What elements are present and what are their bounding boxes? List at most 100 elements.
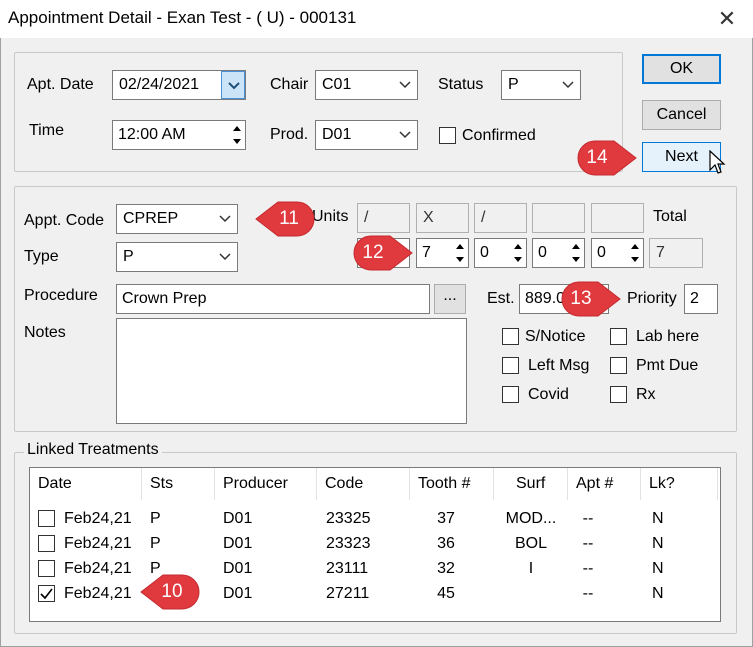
priority-field[interactable]: 2: [684, 284, 718, 314]
column-header-date[interactable]: Date: [30, 468, 142, 500]
column-header-producer[interactable]: Producer: [215, 468, 317, 500]
appt-code-value: CPREP: [123, 210, 179, 227]
cell-producer: D01: [223, 585, 253, 602]
s-notice-checkbox[interactable]: [502, 328, 519, 345]
time-field[interactable]: 12:00 AM: [112, 120, 246, 150]
pmt-due-checkbox[interactable]: [610, 357, 627, 374]
cell-code: 27211: [326, 585, 370, 602]
procedure-label: Procedure: [24, 287, 98, 304]
confirmed-label: Confirmed: [462, 127, 536, 144]
appt-code-select[interactable]: CPREP: [116, 204, 238, 234]
procedure-field[interactable]: Crown Prep: [116, 284, 430, 314]
row-checkbox[interactable]: [38, 560, 55, 577]
column-header-tooth[interactable]: Tooth #: [410, 468, 494, 500]
callout-badge-13: 13: [558, 278, 621, 320]
callout-number: 11: [279, 208, 299, 229]
lab-here-label: Lab here: [636, 328, 700, 345]
spin-up-icon[interactable]: [510, 239, 526, 253]
callout-number: 14: [586, 147, 608, 168]
appt-code-label: Appt. Code: [24, 212, 105, 229]
status-select[interactable]: P: [501, 70, 581, 100]
spin-down-icon[interactable]: [510, 253, 526, 267]
chevron-down-icon[interactable]: [393, 121, 417, 149]
callout-badge-10: 10: [133, 571, 200, 613]
column-header-sts[interactable]: Sts: [142, 468, 215, 500]
confirmed-checkbox[interactable]: [439, 127, 456, 144]
callout-badge-14: 14: [574, 137, 637, 179]
spin-buttons[interactable]: [627, 239, 643, 267]
spin-buttons[interactable]: [510, 239, 526, 267]
column-header-surf[interactable]: Surf: [494, 468, 568, 500]
unit-spinner-value: 0: [480, 244, 489, 261]
rx-checkbox[interactable]: [610, 386, 627, 403]
cell-tooth: 45: [437, 585, 455, 602]
priority-label: Priority: [627, 290, 677, 307]
producer-value: D01: [322, 126, 352, 143]
unit-spinner[interactable]: 7: [416, 238, 469, 268]
linked-treatments-title: Linked Treatments: [24, 441, 162, 459]
notes-label: Notes: [24, 324, 66, 341]
cell-date: Feb24,21: [64, 535, 132, 552]
callout-badge-12: 12: [350, 232, 413, 274]
row-checkbox-checked[interactable]: [38, 585, 55, 602]
spin-up-icon[interactable]: [452, 239, 468, 253]
ok-button[interactable]: OK: [642, 54, 721, 84]
column-header-code[interactable]: Code: [317, 468, 410, 500]
unit-spinner-value: 7: [422, 244, 431, 261]
type-select[interactable]: P: [116, 242, 238, 272]
cell-date: Feb24,21: [64, 510, 132, 527]
unit-spinner[interactable]: 0: [532, 238, 585, 268]
column-header-apt[interactable]: Apt #: [568, 468, 641, 500]
cell-surf: BOL: [514, 535, 547, 552]
spin-down-icon[interactable]: [452, 253, 468, 267]
title-bar: Appointment Detail - Exan Test - ( U) - …: [0, 0, 753, 38]
chair-select[interactable]: C01: [315, 70, 418, 100]
unit-box: [591, 203, 644, 233]
apt-date-value: 02/24/2021: [119, 76, 200, 93]
spin-up-icon[interactable]: [568, 239, 584, 253]
spin-up-icon[interactable]: [229, 121, 245, 135]
cell-apt: --: [582, 560, 594, 577]
rx-label: Rx: [636, 386, 656, 403]
type-label: Type: [24, 248, 59, 265]
unit-spinner-value: 0: [538, 244, 547, 261]
cancel-button[interactable]: Cancel: [642, 100, 721, 130]
unit-spinner[interactable]: 0: [591, 238, 644, 268]
producer-select[interactable]: D01: [315, 120, 418, 150]
left-msg-label: Left Msg: [528, 357, 590, 374]
cell-producer: D01: [223, 560, 253, 577]
row-checkbox[interactable]: [38, 535, 55, 552]
column-header-lk[interactable]: Lk?: [641, 468, 718, 500]
unit-spinner[interactable]: 0: [474, 238, 527, 268]
lab-here-checkbox[interactable]: [610, 328, 627, 345]
spin-down-icon[interactable]: [568, 253, 584, 267]
procedure-browse-button[interactable]: ...: [434, 284, 466, 314]
cell-tooth: 36: [437, 535, 455, 552]
spin-buttons[interactable]: [452, 239, 468, 267]
apt-date-picker[interactable]: 02/24/2021: [112, 70, 246, 100]
s-notice-label: S/Notice: [525, 328, 586, 345]
calendar-dropdown-icon[interactable]: [221, 71, 245, 99]
prod-label: Prod.: [270, 126, 309, 143]
chevron-down-icon[interactable]: [213, 205, 237, 233]
spin-buttons[interactable]: [568, 239, 584, 267]
unit-box: /: [357, 203, 410, 233]
cell-tooth: 37: [437, 510, 455, 527]
checkmark-icon: [40, 588, 53, 600]
chevron-down-icon[interactable]: [556, 71, 580, 99]
type-value: P: [123, 248, 134, 265]
spin-down-icon[interactable]: [627, 253, 643, 267]
unit-box: X: [416, 203, 469, 233]
chevron-down-icon[interactable]: [393, 71, 417, 99]
close-icon[interactable]: ✕: [710, 2, 744, 36]
time-spinner[interactable]: [229, 121, 245, 149]
row-checkbox[interactable]: [38, 510, 55, 527]
spin-down-icon[interactable]: [229, 135, 245, 149]
cell-producer: D01: [223, 535, 253, 552]
spin-up-icon[interactable]: [627, 239, 643, 253]
callout-number: 10: [161, 581, 183, 602]
left-msg-checkbox[interactable]: [502, 357, 519, 374]
notes-textarea[interactable]: [116, 318, 467, 424]
chevron-down-icon[interactable]: [213, 243, 237, 271]
covid-checkbox[interactable]: [502, 386, 519, 403]
